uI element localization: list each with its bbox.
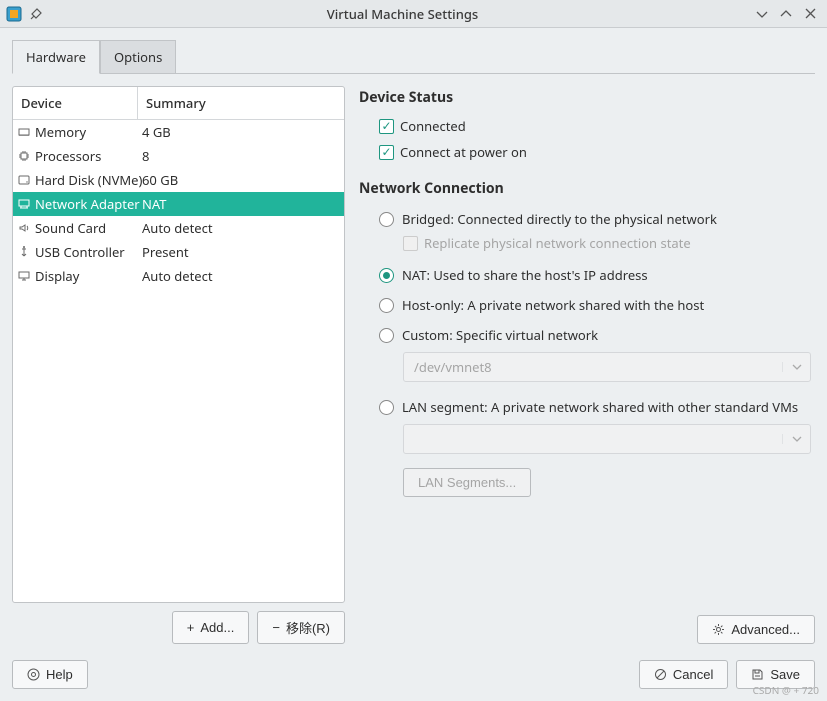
memory-icon [17,125,31,139]
advanced-button[interactable]: Advanced... [697,615,815,644]
custom-network-select: /dev/vmnet8 [403,352,811,382]
connected-label: Connected [400,117,466,135]
gear-icon [712,623,725,636]
lan-segment-select [403,424,811,454]
device-status-title: Device Status [359,88,815,107]
sound-icon [17,221,31,235]
radio-nat[interactable] [379,268,394,283]
connect-at-poweron-checkbox[interactable] [379,145,394,160]
lan-segments-button: LAN Segments... [403,468,531,497]
help-button[interactable]: Help [12,660,88,689]
table-row-network[interactable]: Network Adapter NAT [13,192,344,216]
window-title: Virtual Machine Settings [50,5,755,23]
add-device-button[interactable]: +Add... [172,611,250,644]
replicate-label: Replicate physical network connection st… [424,234,691,252]
header-summary[interactable]: Summary [138,87,344,119]
radio-custom[interactable] [379,328,394,343]
header-device[interactable]: Device [13,87,138,119]
connected-checkbox[interactable] [379,119,394,134]
remove-device-button[interactable]: −移除(R) [257,611,345,644]
cancel-button[interactable]: Cancel [639,660,728,689]
tab-options[interactable]: Options [100,40,176,73]
connect-at-poweron-label: Connect at power on [400,143,527,161]
tab-hardware[interactable]: Hardware [12,40,100,74]
table-row-processors[interactable]: Processors 8 [13,144,344,168]
minus-icon: − [272,620,280,635]
cpu-icon [17,149,31,163]
replicate-checkbox [403,236,418,251]
radio-hostonly[interactable] [379,298,394,313]
radio-hostonly-label: Host-only: A private network shared with… [402,296,704,314]
watermark: CSDN @ + 720 [753,683,819,697]
table-row-sound[interactable]: Sound Card Auto detect [13,216,344,240]
close-button[interactable] [803,7,817,21]
chevron-down-icon [782,434,810,444]
save-icon [751,668,764,681]
chevron-down-icon [782,362,810,372]
radio-bridged-label: Bridged: Connected directly to the physi… [402,210,717,228]
device-table: Device Summary Memory 4 GB Processors 8 … [12,86,345,603]
plus-icon: + [187,620,195,635]
disk-icon [17,173,31,187]
radio-custom-label: Custom: Specific virtual network [402,326,598,344]
pin-icon[interactable] [28,6,44,22]
radio-bridged[interactable] [379,212,394,227]
radio-nat-label: NAT: Used to share the host's IP address [402,266,648,284]
app-icon [6,6,22,22]
network-connection-title: Network Connection [359,179,815,198]
minimize-button[interactable] [755,7,769,21]
table-row-display[interactable]: Display Auto detect [13,264,344,288]
usb-icon [17,245,31,259]
radio-lansegment[interactable] [379,400,394,415]
display-icon [17,269,31,283]
table-row-usb[interactable]: USB Controller Present [13,240,344,264]
radio-lansegment-label: LAN segment: A private network shared wi… [402,398,798,416]
table-row-harddisk[interactable]: Hard Disk (NVMe) 60 GB [13,168,344,192]
network-icon [17,197,31,211]
help-icon [27,668,40,681]
cancel-icon [654,668,667,681]
table-row-memory[interactable]: Memory 4 GB [13,120,344,144]
maximize-button[interactable] [779,7,793,21]
